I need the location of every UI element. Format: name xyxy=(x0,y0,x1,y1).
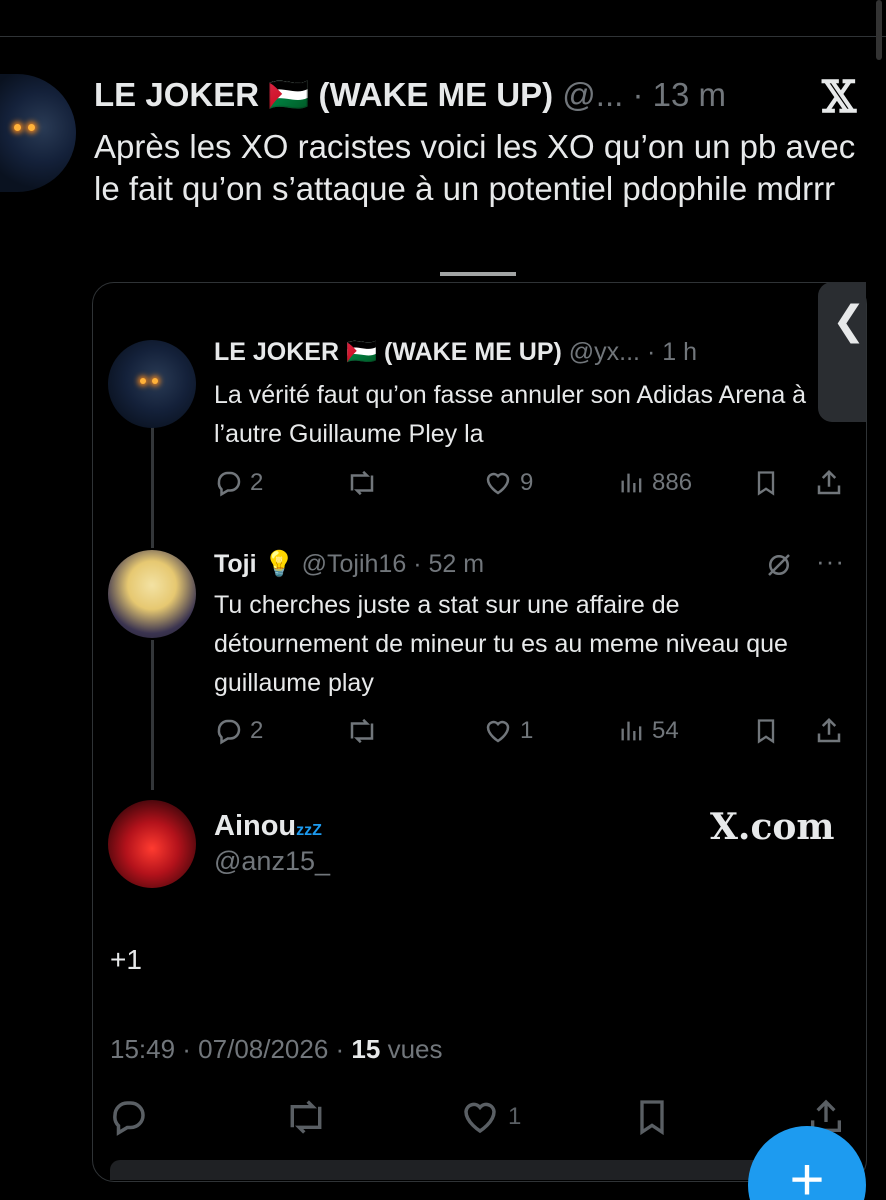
chevron-left-icon[interactable]: ❮ xyxy=(832,298,866,344)
thread-connector xyxy=(151,418,154,548)
site-watermark: X.com xyxy=(710,806,835,848)
reply-bookmark-button[interactable] xyxy=(632,1096,672,1138)
ainou-name-row: AinouzzZ xyxy=(214,810,322,843)
share-icon xyxy=(817,469,841,495)
ainou-handle[interactable]: @anz15_ xyxy=(214,846,330,877)
reply-view-count: 15 xyxy=(351,1034,381,1064)
repost-icon xyxy=(350,718,374,744)
scrollbar[interactable] xyxy=(876,0,882,60)
reply-repost-button[interactable] xyxy=(282,1096,330,1138)
x-logo-icon[interactable]: 𝕏 xyxy=(822,72,856,123)
tweet2-repost-button[interactable] xyxy=(344,716,380,746)
tweet1-avatar[interactable] xyxy=(108,340,196,428)
main-author-avatar[interactable] xyxy=(0,74,76,192)
reply-reply-button[interactable] xyxy=(108,1096,150,1138)
main-tweet-time[interactable]: 13 m xyxy=(653,76,726,113)
card-bottom-bar xyxy=(110,1160,790,1180)
tweet2-avatar[interactable] xyxy=(108,550,196,638)
main-tweet-header: LE JOKER 🇵🇸 (WAKE ME UP) @... · 13 m xyxy=(94,76,727,113)
reply-views-label: vues xyxy=(387,1034,443,1064)
tweet1-author-name[interactable]: LE JOKER 🇵🇸 (WAKE ME UP) xyxy=(214,338,562,366)
tweet2-bookmark-button[interactable] xyxy=(752,716,780,746)
bookmark-icon xyxy=(640,1100,664,1136)
more-options-icon[interactable]: ··· xyxy=(816,546,845,577)
tweet2-author-name[interactable]: Toji xyxy=(214,550,257,578)
ainou-author-name[interactable]: Ainou xyxy=(214,810,296,842)
tweet1-like-button[interactable]: 9 xyxy=(482,468,533,498)
bookmark-icon xyxy=(757,471,775,496)
ainou-reply-text: +1 xyxy=(110,944,142,975)
tweet2-text: Tu cherches juste a stat sur une affaire… xyxy=(214,591,788,697)
top-divider xyxy=(0,36,886,37)
grok-icon[interactable] xyxy=(764,550,794,585)
main-tweet-text: Après les XO racistes voici les XO qu’on… xyxy=(94,128,856,207)
main-author-handle[interactable]: @... xyxy=(562,76,623,113)
tweet2-views-button[interactable]: 54 xyxy=(618,716,679,746)
tweet1-header: LE JOKER 🇵🇸 (WAKE ME UP) @yx... · 1 h xyxy=(214,338,697,366)
cropped-header-fragment xyxy=(440,272,516,276)
main-author-name[interactable]: LE JOKER 🇵🇸 (WAKE ME UP) xyxy=(94,76,553,113)
tweet2-like-button[interactable]: 1 xyxy=(482,716,533,746)
repost-icon xyxy=(290,1100,322,1134)
tweet1-bookmark-button[interactable] xyxy=(752,468,780,498)
tweet2-time[interactable]: 52 m xyxy=(428,550,484,578)
reply-timestamp: 15:49 · 07/08/2026 · 15 vues xyxy=(110,1034,443,1065)
sleep-emoji: zzZ xyxy=(296,822,322,839)
share-icon xyxy=(817,717,841,743)
tweet1-handle[interactable]: @yx... xyxy=(569,338,640,366)
heart-icon xyxy=(486,720,510,743)
reply-icon xyxy=(217,719,241,745)
reply-icon xyxy=(217,471,241,497)
repost-icon xyxy=(350,470,374,496)
analytics-icon xyxy=(621,473,642,493)
analytics-icon xyxy=(621,721,642,741)
lightbulb-icon: 💡 xyxy=(263,550,295,578)
tweet1-repost-button[interactable] xyxy=(344,468,380,498)
tweet1-time[interactable]: 1 h xyxy=(662,338,697,366)
ainou-avatar[interactable] xyxy=(108,800,196,888)
tweet1-text: La vérité faut qu’on fasse annuler son A… xyxy=(214,381,807,448)
reply-date: 15:49 · 07/08/2026 · xyxy=(110,1034,345,1064)
tweet2-share-button[interactable] xyxy=(814,716,844,746)
thread-connector xyxy=(151,640,154,790)
tweet1-share-button[interactable] xyxy=(814,468,844,498)
reply-like-button[interactable]: 1 xyxy=(458,1096,521,1138)
tweet2-handle[interactable]: @Tojih16 xyxy=(302,550,407,578)
heart-icon xyxy=(464,1102,496,1134)
heart-icon xyxy=(486,472,510,495)
tweet2-header: Toji 💡 @Tojih16 · 52 m xyxy=(214,550,485,578)
tweet2-reply-button[interactable]: 2 xyxy=(214,716,263,746)
tweet1-reply-button[interactable]: 2 xyxy=(214,468,263,498)
reply-icon xyxy=(113,1101,145,1136)
tweet1-views-button[interactable]: 886 xyxy=(618,468,692,498)
bookmark-icon xyxy=(757,719,775,744)
